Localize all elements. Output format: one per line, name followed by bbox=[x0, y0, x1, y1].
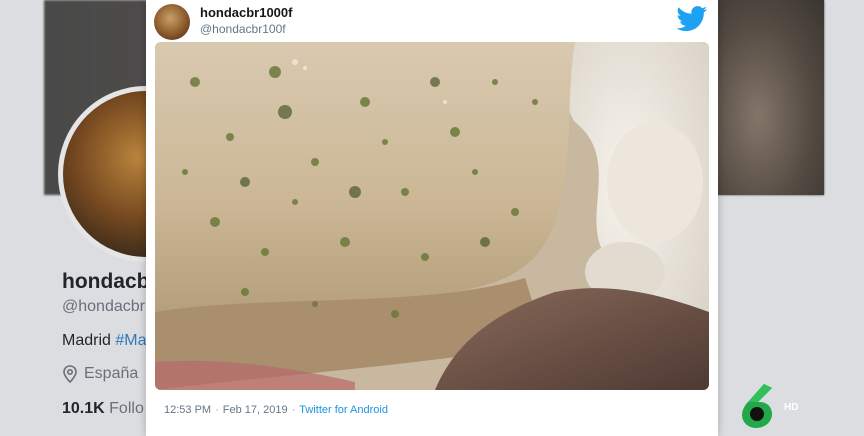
tweet-display-name[interactable]: hondacbr1000f bbox=[200, 5, 292, 20]
tweet-source-link[interactable]: Twitter for Android bbox=[299, 404, 388, 416]
tweet-media-image[interactable] bbox=[155, 42, 709, 390]
tweet-time[interactable]: 12:53 PM bbox=[164, 404, 211, 416]
tweet-meta: 12:53 PM · Feb 17, 2019 · Twitter for An… bbox=[164, 404, 388, 416]
tweet-handle[interactable]: @hondacbr100f bbox=[200, 22, 286, 36]
meta-separator: · bbox=[291, 404, 296, 416]
lasexta-logo-icon bbox=[742, 384, 772, 428]
twitter-bird-icon[interactable] bbox=[676, 6, 708, 32]
meta-separator: · bbox=[215, 404, 219, 416]
tweet-date[interactable]: Feb 17, 2019 bbox=[223, 404, 288, 416]
hd-label: HD bbox=[784, 402, 799, 413]
tweet-avatar[interactable] bbox=[154, 4, 190, 40]
tweet-card[interactable]: hondacbr1000f @hondacbr100f 12:53 PM · F… bbox=[146, 0, 718, 436]
